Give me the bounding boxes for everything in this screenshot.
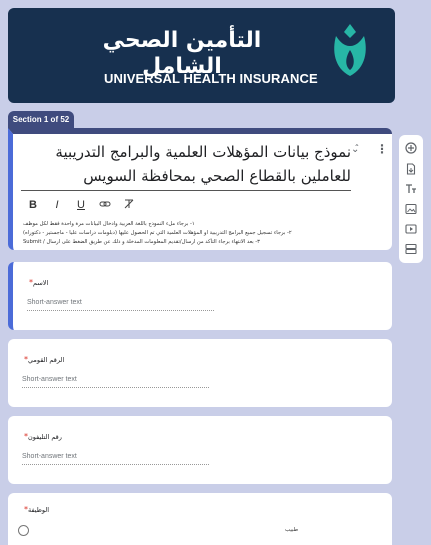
- form-title[interactable]: نموذج بيانات المؤهلات العلمية والبرامج ا…: [21, 140, 351, 191]
- short-answer-input[interactable]: Short-answer text: [22, 450, 209, 465]
- form-title-card[interactable]: نموذج بيانات المؤهلات العلمية والبرامج ا…: [8, 128, 392, 250]
- add-title-icon[interactable]: [405, 183, 417, 195]
- add-section-icon[interactable]: [405, 243, 417, 255]
- uhi-logo-icon: [334, 24, 366, 76]
- add-question-icon[interactable]: [405, 142, 417, 154]
- short-answer-input[interactable]: Short-answer text: [27, 296, 214, 311]
- description-line: ٢- برجاء تسجيل جميع البرامج التدريبية او…: [23, 230, 292, 236]
- header-banner: التأمين الصحي الشامل UNIVERSAL HEALTH IN…: [8, 8, 395, 103]
- question-card-name[interactable]: الاسم* Short-answer text: [8, 262, 392, 330]
- add-video-icon[interactable]: [405, 223, 417, 235]
- description-line: ٣- بعد الانتهاء برجاء التأكد من ارسال/تق…: [23, 239, 260, 245]
- bold-button[interactable]: B: [27, 198, 39, 212]
- section-indicator: Section 1 of 52: [8, 111, 74, 129]
- add-image-icon[interactable]: [405, 203, 417, 215]
- description-line: ١- برجاء ملء النموذج باللغة العربية وادخ…: [23, 221, 195, 227]
- import-questions-icon[interactable]: [405, 163, 417, 175]
- underline-button[interactable]: U: [75, 198, 87, 212]
- question-label: الوظيفة*: [24, 505, 50, 514]
- question-card-national-id[interactable]: الرقم القومي* Short-answer text: [8, 339, 392, 407]
- clear-formatting-icon[interactable]: [123, 198, 135, 212]
- question-label: رقم التليفون*: [24, 432, 62, 441]
- link-icon[interactable]: [99, 198, 111, 212]
- question-card-job[interactable]: الوظيفة*: [8, 493, 392, 545]
- form-description[interactable]: ١- برجاء ملء النموذج باللغة العربية وادخ…: [23, 220, 383, 247]
- collapse-section-icon[interactable]: ⌄̂: [351, 144, 359, 155]
- question-label: الرقم القومي*: [24, 355, 65, 364]
- more-options-icon[interactable]: ⋮: [376, 142, 388, 156]
- question-label: الاسم*: [29, 278, 49, 287]
- format-toolbar: B I U: [27, 198, 135, 212]
- question-toolbar: [399, 135, 423, 263]
- option-label: طبيب: [285, 527, 299, 533]
- question-card-phone[interactable]: رقم التليفون* Short-answer text: [8, 416, 392, 484]
- short-answer-input[interactable]: Short-answer text: [22, 373, 209, 388]
- radio-option[interactable]: [18, 525, 29, 536]
- italic-button[interactable]: I: [51, 198, 63, 212]
- banner-english-title: UNIVERSAL HEALTH INSURANCE: [104, 71, 318, 86]
